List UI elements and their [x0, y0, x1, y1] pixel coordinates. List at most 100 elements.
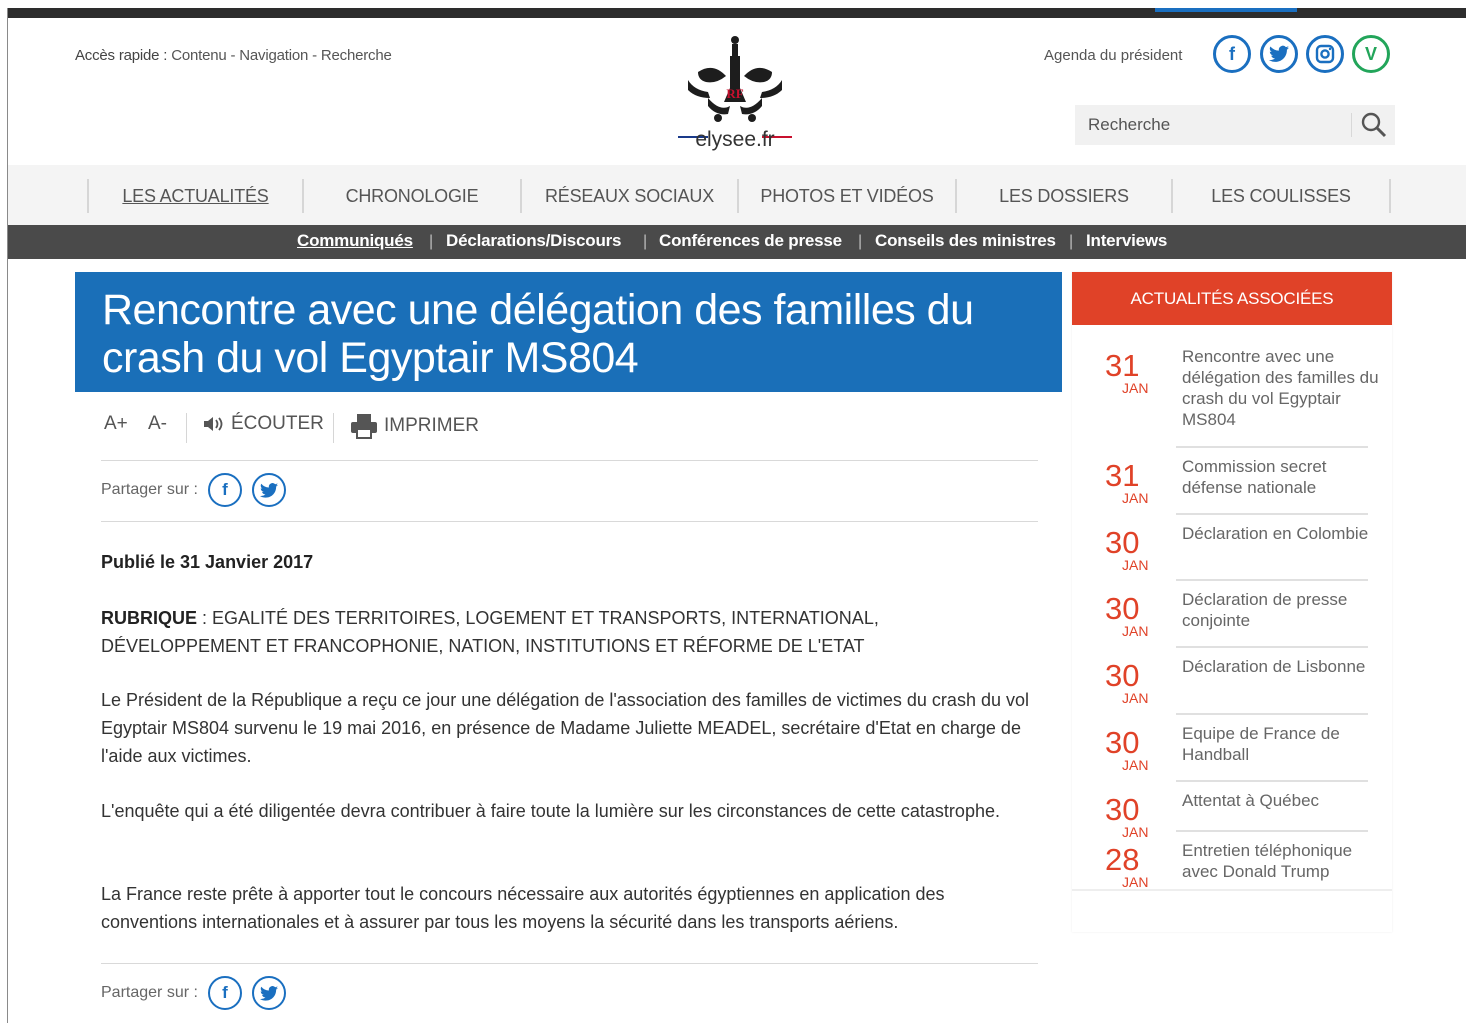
- related-title[interactable]: Déclaration de Lisbonne: [1182, 656, 1382, 677]
- listen-label: ÉCOUTER: [231, 413, 324, 434]
- related-month: JAN: [1122, 874, 1149, 890]
- related-day: 30: [1105, 658, 1140, 693]
- instagram-icon[interactable]: [1306, 35, 1344, 73]
- facebook-icon[interactable]: f: [207, 976, 242, 1010]
- article-tools: A+ A- ÉCOUTER IMPRIMER: [75, 405, 1062, 449]
- related-month: JAN: [1122, 380, 1149, 396]
- related-item[interactable]: 30 JAN Attentat à Québec: [1072, 791, 1392, 840]
- listen-button[interactable]: ÉCOUTER: [203, 413, 324, 435]
- agenda-link[interactable]: Agenda du président: [1044, 47, 1182, 64]
- related-month: JAN: [1122, 623, 1149, 639]
- related-day: 30: [1105, 591, 1140, 626]
- top-bar-accent: [1155, 8, 1297, 12]
- font-increase-button[interactable]: A+: [104, 413, 128, 435]
- related-day: 31: [1105, 348, 1140, 383]
- nav-item-dossiers[interactable]: LES DOSSIERS: [957, 179, 1171, 213]
- related-title[interactable]: Entretien téléphonique avec Donald Trump: [1182, 840, 1382, 882]
- related-divider: [1176, 713, 1368, 715]
- related-item[interactable]: 30 JAN Déclaration de presse conjointe: [1072, 590, 1392, 641]
- related-month: JAN: [1122, 757, 1149, 773]
- print-button[interactable]: IMPRIMER: [350, 413, 479, 439]
- main-navigation: LES ACTUALITÉS CHRONOLOGIE RÉSEAUX SOCIA…: [8, 165, 1466, 225]
- twitter-icon[interactable]: [251, 473, 286, 507]
- twitter-icon[interactable]: [251, 976, 286, 1010]
- article-paragraph: Le Président de la République a reçu ce …: [101, 690, 1029, 766]
- related-item[interactable]: 30 JAN Déclaration en Colombie: [1072, 524, 1392, 575]
- vine-icon[interactable]: V: [1352, 35, 1390, 73]
- nav-item-reseaux-sociaux[interactable]: RÉSEAUX SOCIAUX: [522, 179, 737, 213]
- font-decrease-button[interactable]: A-: [148, 413, 167, 435]
- nav-item-photos-videos[interactable]: PHOTOS ET VIDÉOS: [739, 179, 955, 213]
- sub-navigation: Communiqués | Déclarations/Discours | Co…: [8, 225, 1466, 259]
- related-title[interactable]: Déclaration de presse conjointe: [1182, 589, 1382, 631]
- search-input[interactable]: [1075, 105, 1349, 145]
- speaker-icon: [204, 417, 223, 431]
- search-divider: [1351, 113, 1352, 137]
- quick-link-recherche[interactable]: Recherche: [321, 47, 392, 64]
- share-label: Partager sur :: [101, 984, 198, 1001]
- svg-text:RF: RF: [726, 86, 743, 101]
- elysee-emblem-icon: RF: [688, 36, 782, 122]
- related-item[interactable]: 31 JAN Rencontre avec une délégation des…: [1072, 347, 1392, 440]
- related-title[interactable]: Attentat à Québec: [1182, 790, 1382, 811]
- related-item[interactable]: 30 JAN Déclaration de Lisbonne: [1072, 657, 1392, 708]
- related-title[interactable]: Déclaration en Colombie: [1182, 523, 1382, 544]
- quick-link-contenu[interactable]: Contenu: [171, 47, 227, 64]
- quick-access-label: Accès rapide :: [75, 47, 168, 64]
- rubrique-label: RUBRIQUE: [101, 608, 198, 628]
- related-divider: [1176, 830, 1368, 832]
- related-divider: [1176, 446, 1368, 448]
- article-rubrique: RUBRIQUE : EGALITÉ DES TERRITOIRES, LOGE…: [101, 604, 1031, 660]
- subnav-separator: |: [429, 233, 434, 250]
- print-label: IMPRIMER: [384, 415, 479, 436]
- nav-item-coulisses[interactable]: LES COULISSES: [1173, 179, 1389, 213]
- subnav-separator: |: [643, 233, 648, 250]
- subnav-interviews[interactable]: Interviews: [1086, 231, 1167, 251]
- nav-item-chronologie[interactable]: CHRONOLOGIE: [304, 179, 520, 213]
- related-divider: [1176, 513, 1368, 515]
- tools-divider: [333, 413, 334, 443]
- related-news-heading: ACTUALITÉS ASSOCIÉES: [1072, 272, 1392, 325]
- facebook-icon[interactable]: f: [1213, 35, 1251, 73]
- related-day: 30: [1105, 725, 1140, 760]
- subnav-declarations[interactable]: Déclarations/Discours: [446, 231, 622, 251]
- related-day: 30: [1105, 792, 1140, 827]
- related-month: JAN: [1122, 557, 1149, 573]
- rubrique-value: : EGALITÉ DES TERRITOIRES, LOGEMENT ET T…: [101, 608, 879, 656]
- divider: [101, 460, 1038, 461]
- logo-text: elysee.fr: [695, 128, 775, 151]
- nav-divider: [1389, 179, 1391, 213]
- related-title[interactable]: Commission secret défense nationale: [1182, 456, 1382, 498]
- related-month: JAN: [1122, 824, 1149, 840]
- related-title[interactable]: Equipe de France de Handball: [1182, 723, 1382, 765]
- published-date: Publié le 31 Janvier 2017: [101, 552, 314, 572]
- related-item[interactable]: 31 JAN Commission secret défense nationa…: [1072, 457, 1392, 508]
- subnav-communiques[interactable]: Communiqués: [297, 231, 413, 251]
- related-item[interactable]: 28 JAN Entretien téléphonique avec Donal…: [1072, 841, 1392, 890]
- article: Rencontre avec une délégation des famill…: [75, 272, 1062, 1023]
- share-bar-bottom: Partager sur : f: [101, 976, 286, 1010]
- related-divider: [1176, 646, 1368, 648]
- related-divider: [1176, 579, 1368, 581]
- article-paragraph: L'enquête qui a été diligentée devra con…: [101, 801, 1000, 821]
- share-bar-top: Partager sur : f: [101, 473, 286, 507]
- quick-access: Accès rapide : Contenu - Navigation - Re…: [75, 47, 392, 64]
- related-title[interactable]: Rencontre avec une délégation des famill…: [1182, 346, 1382, 430]
- related-bottom-divider: [1072, 889, 1392, 891]
- related-item[interactable]: 30 JAN Equipe de France de Handball: [1072, 724, 1392, 775]
- search-box: [1075, 105, 1395, 145]
- quick-link-navigation[interactable]: Navigation: [239, 47, 308, 64]
- subnav-separator: |: [1069, 233, 1074, 250]
- share-label: Partager sur :: [101, 481, 198, 498]
- facebook-icon[interactable]: f: [207, 473, 242, 507]
- subnav-conseils[interactable]: Conseils des ministres: [875, 231, 1056, 251]
- search-icon[interactable]: [1359, 111, 1389, 139]
- divider: [101, 963, 1038, 964]
- elysee-logo[interactable]: RF elysee.fr: [668, 32, 802, 152]
- subnav-conferences[interactable]: Conférences de presse: [659, 231, 842, 251]
- tools-divider: [186, 413, 187, 443]
- article-title-block: Rencontre avec une délégation des famill…: [75, 272, 1062, 392]
- twitter-icon[interactable]: [1260, 35, 1298, 73]
- related-day: 28: [1105, 842, 1140, 877]
- nav-item-actualites[interactable]: LES ACTUALITÉS: [89, 179, 302, 213]
